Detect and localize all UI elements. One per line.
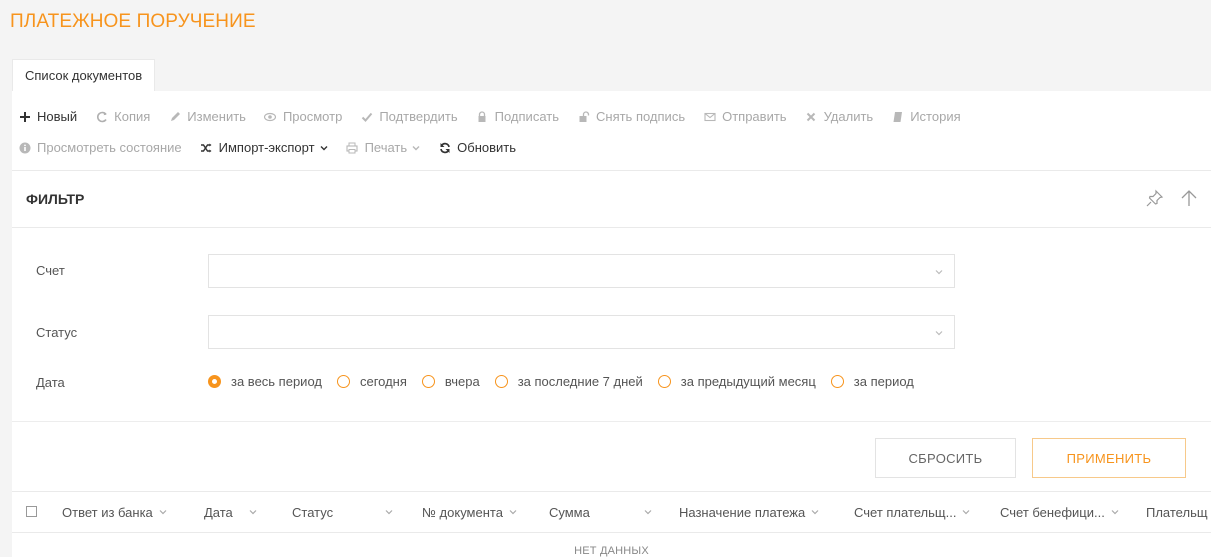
history-label: История xyxy=(910,109,961,124)
check-icon xyxy=(360,110,373,123)
chevron-down-icon xyxy=(412,145,420,150)
empty-state-text: НЕТ ДАННЫХ xyxy=(574,545,649,557)
unlock-icon xyxy=(577,110,590,123)
radio-icon xyxy=(657,375,671,388)
status-select[interactable] xyxy=(208,315,955,349)
main-panel: Новый Копия Изменить Просмотр Подтвердит… xyxy=(12,91,1211,557)
toolbar: Новый Копия Изменить Просмотр Подтвердит… xyxy=(12,91,1211,171)
print-label: Печать xyxy=(364,140,408,155)
radio-icon xyxy=(421,375,435,388)
chevron-down-icon xyxy=(509,510,517,515)
column-header-status[interactable]: Статус xyxy=(292,492,393,532)
tab-bar: Список документов xyxy=(12,59,156,91)
reset-button[interactable]: СБРОСИТЬ xyxy=(875,438,1016,478)
printer-icon xyxy=(346,141,359,154)
delete-label: Удалить xyxy=(823,109,874,124)
refresh-button[interactable]: Обновить xyxy=(438,140,516,155)
chevron-down-icon xyxy=(963,510,970,515)
column-header-payer[interactable]: Плательщ xyxy=(1146,492,1211,532)
radio-icon xyxy=(494,375,508,388)
refresh-icon xyxy=(438,141,451,154)
radio-icon xyxy=(208,375,221,388)
import-export-label: Импорт-экспорт xyxy=(218,140,315,155)
copy-icon xyxy=(95,110,108,123)
envelope-icon xyxy=(703,110,716,123)
confirm-label: Подтвердить xyxy=(379,109,458,124)
tab-document-list[interactable]: Список документов xyxy=(12,59,156,91)
chevron-down-icon xyxy=(159,510,167,515)
status-label: Статус xyxy=(36,325,78,340)
chevron-down-icon xyxy=(249,510,257,515)
radio-icon xyxy=(336,375,350,388)
date-option-period[interactable]: за период xyxy=(830,374,914,389)
view-button[interactable]: Просмотр xyxy=(264,109,342,124)
view-state-label: Просмотреть состояние xyxy=(37,140,182,155)
eye-icon xyxy=(264,110,277,123)
date-radio-group: за весь период сегодня вчера за последни… xyxy=(208,374,929,389)
send-label: Отправить xyxy=(722,109,787,124)
date-option-all[interactable]: за весь период xyxy=(208,374,322,389)
edit-button[interactable]: Изменить xyxy=(168,109,246,124)
cross-icon xyxy=(805,110,818,123)
date-option-previous-month[interactable]: за предыдущий месяц xyxy=(657,374,816,389)
radio-icon xyxy=(830,375,844,388)
lock-icon xyxy=(476,110,489,123)
filter-header: ФИЛЬТР xyxy=(12,171,1211,228)
pin-icon[interactable] xyxy=(1145,188,1165,208)
arrow-up-icon[interactable] xyxy=(1179,188,1199,208)
delete-button[interactable]: Удалить xyxy=(805,109,874,124)
shuffle-icon xyxy=(200,141,213,154)
send-button[interactable]: Отправить xyxy=(703,109,787,124)
account-select[interactable] xyxy=(208,254,955,288)
column-header-date[interactable]: Дата xyxy=(204,492,257,532)
edit-label: Изменить xyxy=(187,109,246,124)
plus-icon xyxy=(18,110,31,123)
print-button[interactable]: Печать xyxy=(346,140,421,155)
date-option-yesterday[interactable]: вчера xyxy=(421,374,480,389)
page-title: ПЛАТЕЖНОЕ ПОРУЧЕНИЕ xyxy=(10,11,256,32)
date-option-today[interactable]: сегодня xyxy=(336,374,407,389)
new-button[interactable]: Новый xyxy=(18,109,77,124)
chevron-down-icon xyxy=(935,270,943,275)
apply-button[interactable]: ПРИМЕНИТЬ xyxy=(1032,438,1186,478)
unsign-button[interactable]: Снять подпись xyxy=(577,109,685,124)
info-icon xyxy=(18,141,31,154)
column-header-beneficiary-account[interactable]: Счет бенефици... xyxy=(1000,492,1119,532)
date-option-last-7-days[interactable]: за последние 7 дней xyxy=(494,374,643,389)
chevron-down-icon xyxy=(1111,510,1119,515)
column-header-amount[interactable]: Сумма xyxy=(549,492,652,532)
chevron-down-icon xyxy=(385,510,393,515)
chevron-down-icon xyxy=(811,510,819,515)
column-header-bank-response[interactable]: Ответ из банка xyxy=(62,492,167,532)
import-export-button[interactable]: Импорт-экспорт xyxy=(200,140,328,155)
sign-button[interactable]: Подписать xyxy=(476,109,559,124)
toolbar-row-1: Новый Копия Изменить Просмотр Подтвердит… xyxy=(18,109,979,124)
divider xyxy=(12,421,1211,422)
column-header-doc-number[interactable]: № документа xyxy=(422,492,517,532)
pencil-icon xyxy=(168,110,181,123)
sign-label: Подписать xyxy=(494,109,559,124)
view-state-button[interactable]: Просмотреть состояние xyxy=(18,140,182,155)
chevron-down-icon xyxy=(935,331,943,336)
chevron-down-icon xyxy=(644,510,652,515)
copy-label: Копия xyxy=(114,109,151,124)
confirm-button[interactable]: Подтвердить xyxy=(360,109,458,124)
chevron-down-icon xyxy=(320,145,328,150)
book-icon xyxy=(891,110,904,123)
select-all-checkbox[interactable] xyxy=(26,506,37,517)
refresh-label: Обновить xyxy=(457,140,517,155)
date-label: Дата xyxy=(36,375,65,390)
filter-title: ФИЛЬТР xyxy=(26,191,85,207)
copy-button[interactable]: Копия xyxy=(95,109,150,124)
view-label: Просмотр xyxy=(282,109,343,124)
unsign-label: Снять подпись xyxy=(596,109,686,124)
table-header: Ответ из банка Дата Статус № документа С… xyxy=(12,491,1211,533)
history-button[interactable]: История xyxy=(891,109,961,124)
new-label: Новый xyxy=(37,109,78,124)
column-header-purpose[interactable]: Назначение платежа xyxy=(679,492,819,532)
account-label: Счет xyxy=(36,263,65,278)
column-header-payer-account[interactable]: Счет плательщ... xyxy=(854,492,970,532)
toolbar-row-2: Просмотреть состояние Импорт-экспорт Печ… xyxy=(18,140,534,155)
